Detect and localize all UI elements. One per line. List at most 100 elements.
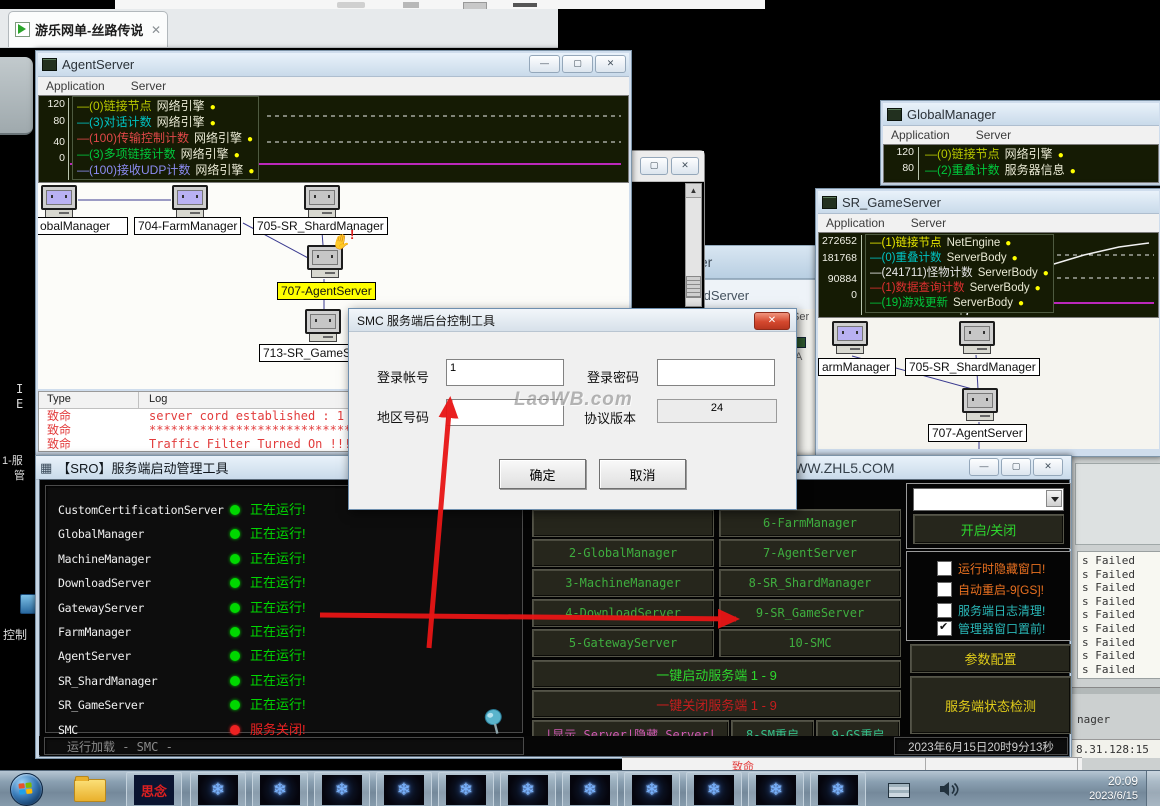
node-label[interactable]: 713-SR_GameS [259,344,356,362]
srgameserver-window[interactable]: SR_GameServer Application Server 272652 … [815,188,1160,457]
password-input[interactable] [657,359,775,386]
desktop-shortcut-label[interactable]: 控制 [3,626,27,643]
params-config-button[interactable]: 参数配置 [910,644,1071,673]
taskbar-clock[interactable]: 20:09 2023/6/15 [1089,774,1138,804]
close-icon[interactable] [595,55,626,73]
grid-button-5[interactable]: 5-GatewayServer [532,629,714,657]
grid-button-6[interactable]: 6-FarmManager [719,509,901,537]
server-row[interactable]: GlobalManager 正在运行! [46,522,522,546]
grid-button-8[interactable]: 8-SR_ShardManager [719,569,901,597]
maximize-icon[interactable] [1001,458,1031,476]
maximize-icon[interactable] [640,157,668,175]
start-button[interactable] [10,773,43,806]
keyboard-tray-icon[interactable] [888,783,910,798]
account-input[interactable]: 1 [446,359,564,386]
tab-close-icon[interactable]: ✕ [151,23,161,37]
browser-tab[interactable]: 游乐网单-丝路传说 ✕ [8,11,168,47]
menu-application[interactable]: Application [826,216,885,230]
taskbar-app-button[interactable] [438,772,494,806]
server-row[interactable]: SR_GameServer 正在运行! [46,693,522,717]
checkbox-icon[interactable] [937,560,952,576]
server-node-icon[interactable] [303,185,341,219]
grid-button-1[interactable] [532,509,714,537]
close-icon[interactable]: ✕ [754,312,790,330]
close-icon[interactable] [671,157,699,175]
node-label[interactable]: 705-SR_ShardManager [253,217,388,235]
chevron-down-icon[interactable] [1046,490,1062,507]
server-row[interactable]: GatewayServer 正在运行! [46,596,522,620]
node-label[interactable]: 705-SR_ShardManager [905,358,1040,376]
checkbox-icon[interactable] [937,581,952,597]
grid-button-9[interactable]: 9-SR_GameServer [719,599,901,627]
grid-button-2[interactable]: 2-GlobalManager [532,539,714,567]
maximize-icon[interactable] [562,55,593,73]
browser-tab-bar: 游乐网单-丝路传说 ✕ [0,9,558,48]
option-row[interactable]: 自动重启-9[GS]! [937,581,1044,597]
server-combobox[interactable] [913,488,1064,511]
menu-application[interactable]: Application [46,79,105,93]
server-node-icon[interactable] [961,388,999,422]
close-icon[interactable] [1033,458,1063,476]
taskbar-app-button[interactable] [190,772,246,806]
server-node-icon[interactable] [831,321,869,355]
taskbar-app-button[interactable] [500,772,556,806]
node-label[interactable]: armManager [818,358,896,376]
server-row[interactable]: FarmManager 正在运行! [46,620,522,644]
clock-date: 2023/6/15 [1089,790,1138,802]
server-row[interactable]: AgentServer 正在运行! [46,644,522,668]
srgameserver-titlebar[interactable]: SR_GameServer [818,191,1159,214]
server-node-icon[interactable] [40,185,78,219]
grid-button-7[interactable]: 7-AgentServer [719,539,901,567]
grid-button-4[interactable]: 4-DownloadServer [532,599,714,627]
server-row[interactable]: SR_ShardManager 正在运行! [46,669,522,693]
node-label-selected[interactable]: 707-AgentServer [277,282,376,300]
taskbar-app-button[interactable] [686,772,742,806]
cancel-button[interactable]: 取消 [599,459,686,489]
server-node-icon[interactable] [958,321,996,355]
smc-titlebar[interactable]: SMC 服务端后台控制工具 ✕ [349,309,796,332]
server-row[interactable]: DownloadServer 正在运行! [46,571,522,595]
grid-button-10[interactable]: 10-SMC [719,629,901,657]
server-row[interactable]: MachineManager 正在运行! [46,547,522,571]
taskbar-app-button[interactable] [624,772,680,806]
start-all-button[interactable]: 一键启动服务端 1 - 9 [532,660,901,688]
taskbar-app-button[interactable] [748,772,804,806]
show-desktop-button[interactable] [1146,771,1160,806]
power-toggle-button[interactable]: 开启/关闭 [913,514,1064,544]
ok-button[interactable]: 确定 [499,459,586,489]
taskbar-app-button[interactable]: 思念 [126,772,182,806]
stop-all-button[interactable]: 一键关闭服务端 1 - 9 [532,690,901,718]
smc-dialog[interactable]: SMC 服务端后台控制工具 ✕ 登录帐号 1 登录密码 地区号码 协议版本 24… [348,308,797,510]
menu-server[interactable]: Server [131,79,166,93]
taskbar-app-button[interactable] [252,772,308,806]
taskbar-app-button[interactable] [314,772,370,806]
checkbox-icon[interactable] [937,620,952,636]
speaker-tray-icon[interactable] [938,781,960,798]
node-label[interactable]: obalManager [38,217,128,235]
node-label[interactable]: 704-FarmManager [134,217,242,235]
taskbar-app-button[interactable] [810,772,866,806]
desktop-shortcut-label[interactable]: 管 [14,467,25,483]
option-row[interactable]: 管理器窗口置前! [937,620,1045,636]
taskbar-app-button[interactable] [562,772,618,806]
menu-application[interactable]: Application [891,128,950,142]
option-row[interactable]: 运行时隐藏窗口! [937,560,1045,576]
checkbox-icon[interactable] [937,602,952,618]
status-check-button[interactable]: 服务端状态检测 [910,676,1071,734]
menu-server[interactable]: Server [911,216,946,230]
taskbar-explorer-button[interactable] [62,772,118,806]
minimize-icon[interactable] [529,55,560,73]
scrollbar[interactable]: ▲ [685,183,702,307]
minimize-icon[interactable] [969,458,999,476]
server-node-icon[interactable] [171,185,209,219]
grid-button-3[interactable]: 3-MachineManager [532,569,714,597]
globalmanager-window[interactable]: GlobalManager Application Server 120 80 … [880,100,1160,186]
menu-server[interactable]: Server [976,128,1011,142]
agentserver-titlebar[interactable]: AgentServer [38,53,629,77]
desktop-shortcut-label[interactable]: 1-服 [2,452,23,468]
taskbar-app-button[interactable] [376,772,432,806]
node-label[interactable]: 707-AgentServer [928,424,1027,442]
option-row[interactable]: 服务端日志清理! [937,602,1045,618]
globalmanager-titlebar[interactable]: GlobalManager [883,103,1159,126]
server-node-icon[interactable] [304,309,342,343]
